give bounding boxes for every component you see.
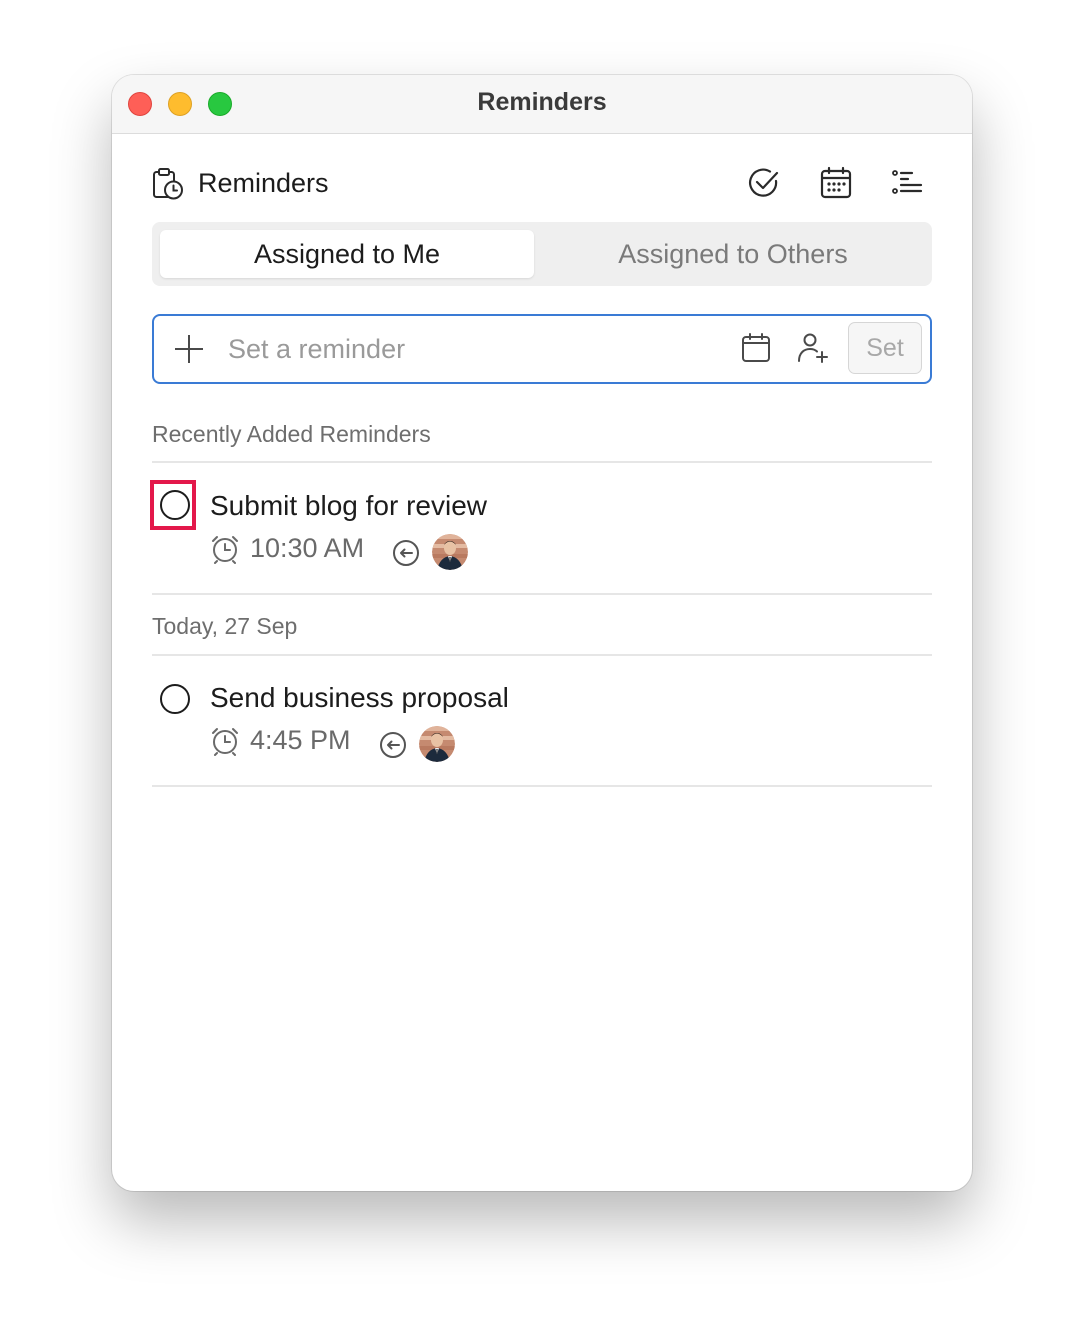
app-header: Reminders <box>152 165 932 205</box>
divider <box>152 785 932 787</box>
reminder-time: 4:45 PM <box>250 725 351 755</box>
reminder-item: Submit blog for review 10:30 AM <box>150 480 932 592</box>
calendar-icon[interactable] <box>740 332 772 364</box>
complete-checkbox[interactable] <box>160 684 190 714</box>
tab-assigned-to-me[interactable]: Assigned to Me <box>160 230 534 278</box>
assigned-by-icon <box>380 732 406 758</box>
alarm-clock-icon <box>212 728 238 756</box>
alarm-clock-icon <box>212 536 238 564</box>
title-bar: Reminders <box>112 75 972 134</box>
divider <box>152 461 932 463</box>
avatar[interactable] <box>419 726 455 762</box>
app-name: Reminders <box>198 168 329 198</box>
clipboard-clock-icon <box>153 168 183 200</box>
set-button[interactable]: Set <box>848 322 922 374</box>
divider <box>152 654 932 656</box>
section-header-today: Today, 27 Sep <box>152 613 298 639</box>
avatar[interactable] <box>432 534 468 570</box>
reminder-title[interactable]: Submit blog for review <box>210 490 487 522</box>
checkbox-wrap <box>152 674 196 724</box>
plus-icon[interactable] <box>172 332 206 366</box>
calendar-icon[interactable] <box>818 165 854 201</box>
divider <box>152 593 932 595</box>
check-circle-icon[interactable] <box>746 165 782 201</box>
reminder-title[interactable]: Send business proposal <box>210 682 509 714</box>
list-icon[interactable] <box>890 165 926 201</box>
reminder-item: Send business proposal 4:45 PM <box>152 674 932 784</box>
add-user-icon[interactable] <box>796 331 830 365</box>
reminder-input[interactable] <box>226 326 710 372</box>
tab-assigned-to-others[interactable]: Assigned to Others <box>542 230 924 278</box>
complete-checkbox[interactable] <box>160 490 190 520</box>
highlight-box <box>150 480 196 530</box>
reminder-time: 10:30 AM <box>250 533 365 563</box>
add-reminder-bar: Set <box>152 314 932 384</box>
assigned-by-icon <box>393 540 419 566</box>
reminders-window: Reminders Reminders Assigned to Me Assig… <box>112 75 972 1191</box>
assignment-tabs: Assigned to Me Assigned to Others <box>152 222 932 286</box>
window-title: Reminders <box>477 88 607 116</box>
section-header-recent: Recently Added Reminders <box>152 421 431 447</box>
